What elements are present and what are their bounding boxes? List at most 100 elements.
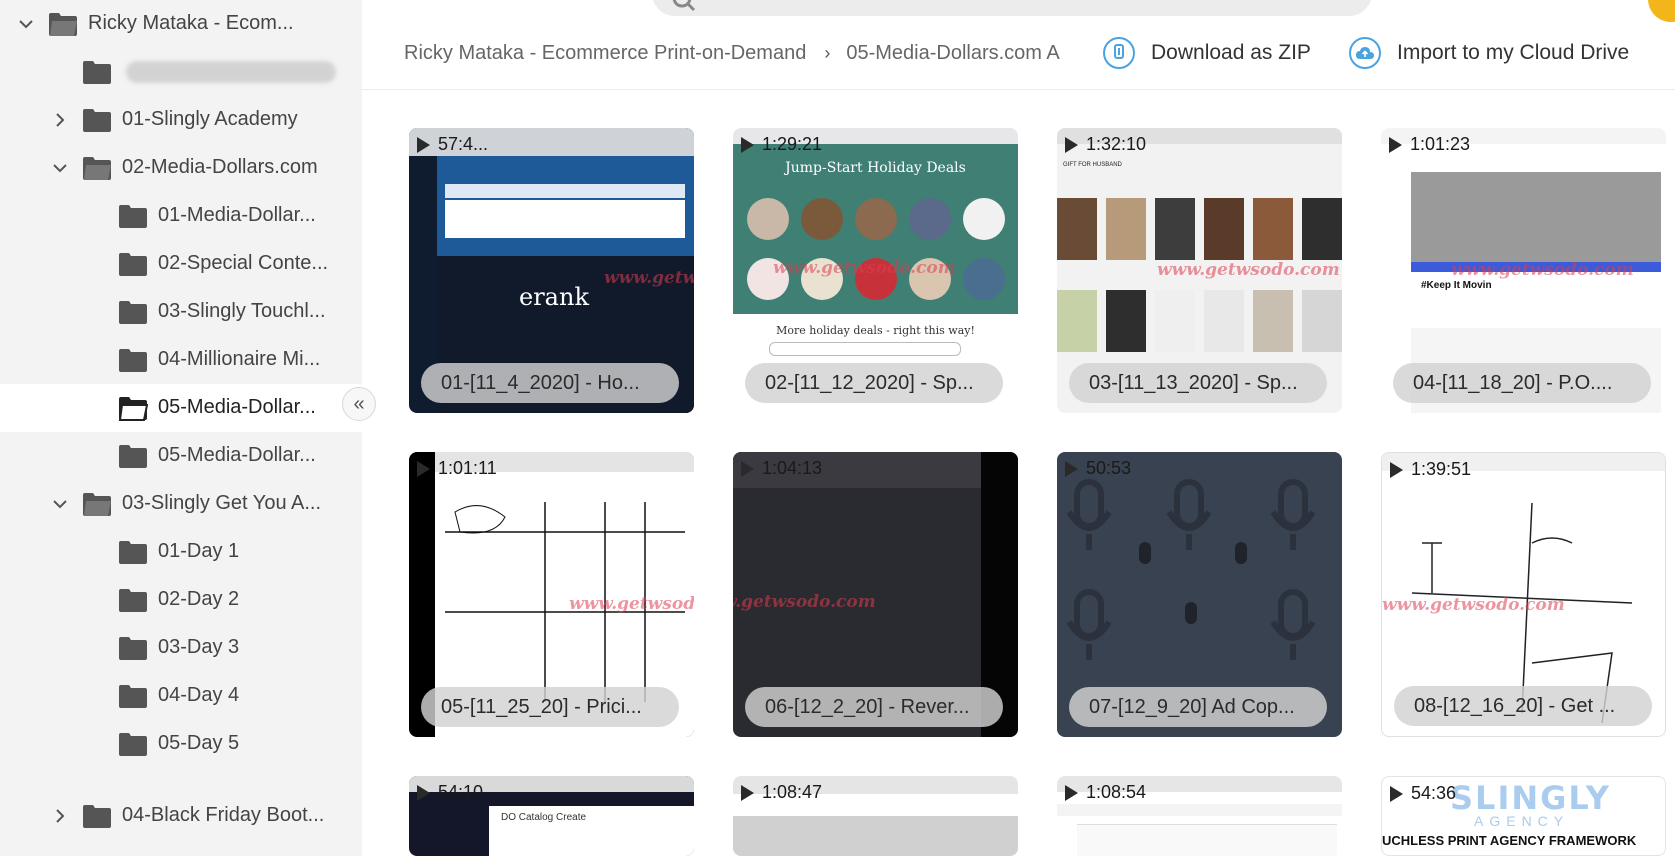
tree-item-media-dollars-01[interactable]: 01-Media-Dollar... (0, 192, 362, 240)
video-title: 07-[12_9_20] Ad Cop... (1069, 687, 1327, 727)
keep-it-movin-text: #Keep It Movin (1421, 280, 1492, 291)
play-icon (1390, 785, 1403, 802)
video-card[interactable]: GIFT FOR HUSBAND www.getwsodo.com 1:32:1… (1057, 128, 1342, 413)
video-card[interactable]: DO Catalog Create 54:10 (409, 776, 694, 856)
video-card[interactable]: 1:08:47 (733, 776, 1018, 856)
folder-icon (119, 733, 147, 756)
download-zip-button[interactable]: Download as ZIP (1103, 34, 1311, 72)
tree-item-day-4[interactable]: 04-Day 4 (0, 672, 362, 720)
folder-icon (119, 685, 147, 708)
tree-item-label: 03-Slingly Touchl... (158, 300, 326, 322)
play-icon (741, 460, 754, 477)
folder-icon (119, 589, 147, 612)
tree-item-millionaire[interactable]: 04-Millionaire Mi... (0, 336, 362, 384)
play-icon (741, 136, 754, 153)
play-icon (417, 784, 430, 801)
breadcrumb-separator: › (824, 42, 831, 63)
play-icon (1389, 136, 1402, 153)
tree-item-label: 04-Day 4 (158, 684, 240, 706)
chevron-down-icon[interactable] (16, 14, 36, 34)
folder-open-icon (83, 493, 111, 516)
collapse-sidebar-button[interactable]: « (342, 387, 376, 421)
tree-item-media-dollars[interactable]: 02-Media-Dollars.com (0, 144, 362, 192)
folder-icon (119, 349, 147, 372)
catalog-create-text: DO Catalog Create (501, 812, 587, 823)
tree-item-media-dollars-05-selected[interactable]: 05-Media-Dollar... (0, 384, 362, 432)
chevron-right-icon[interactable] (50, 110, 70, 130)
download-zip-label: Download as ZIP (1151, 41, 1311, 64)
play-icon (417, 136, 430, 153)
watermark: www.getwsodo.com (773, 258, 956, 278)
tree-item-root[interactable]: Ricky Mataka - Ecom... (0, 0, 362, 48)
video-card[interactable]: www.getwsodo.com 1:04:13 06-[12_2_20] - … (733, 452, 1018, 737)
video-card[interactable]: Jump-Start Holiday Deals More holiday de… (733, 128, 1018, 413)
breadcrumb: Ricky Mataka - Ecommerce Print-on-Demand… (404, 36, 1074, 70)
tree-item-day-2[interactable]: 02-Day 2 (0, 576, 362, 624)
tree-item-day-3[interactable]: 03-Day 3 (0, 624, 362, 672)
play-icon (1065, 784, 1078, 801)
avatar[interactable] (1648, 0, 1675, 22)
search-input[interactable] (652, 0, 1372, 16)
play-icon (1065, 136, 1078, 153)
video-card[interactable]: SLINGLY AGENCY UCHLESS PRINT AGENCY FRAM… (1381, 776, 1666, 856)
chevron-right-icon[interactable] (50, 806, 70, 826)
folder-open-icon (83, 157, 111, 180)
folder-open-icon (118, 397, 148, 421)
video-title: 02-[11_12_2020] - Sp... (745, 363, 1003, 403)
folder-icon (83, 109, 111, 132)
tree-item-black-friday[interactable]: 04-Black Friday Boot... (0, 792, 362, 840)
tree-item-label: 01-Media-Dollar... (158, 204, 316, 226)
tree-item-label: 04-Millionaire Mi... (158, 348, 321, 370)
tree-item-label: 03-Slingly Get You A... (122, 492, 322, 514)
holiday-more: More holiday deals - right this way! (776, 324, 975, 337)
tree-item-slingly-touchless[interactable]: 03-Slingly Touchl... (0, 288, 362, 336)
tree-item-label: 02-Day 2 (158, 588, 240, 610)
video-duration: 50:53 (1065, 458, 1131, 479)
breadcrumb-root[interactable]: Ricky Mataka - Ecommerce Print-on-Demand (404, 42, 806, 65)
video-card[interactable]: 1:08:54 (1057, 776, 1342, 856)
video-title: 01-[11_4_2020] - Ho... (421, 363, 679, 403)
video-card[interactable]: www.getwsodo.com 1:39:51 08-[12_16_20] -… (1381, 452, 1666, 737)
tree-item-label: 05-Media-Dollar... (158, 444, 316, 466)
video-duration: 54:10 (417, 782, 483, 803)
video-card[interactable]: erank www.getwsodo.com 57:4... 01-[11_4_… (409, 128, 694, 413)
folder-icon (119, 205, 147, 228)
watermark: www.getwsodo.com (1451, 260, 1634, 280)
tree-item-special-content[interactable]: 02-Special Conte... (0, 240, 362, 288)
play-icon (1065, 460, 1078, 477)
video-card[interactable]: www.getwsodo.com 1:01:11 05-[11_25_20] -… (409, 452, 694, 737)
tree-item-label: 01-Day 1 (158, 540, 240, 562)
video-duration: 57:4... (417, 134, 488, 155)
chevron-down-icon[interactable] (50, 158, 70, 178)
tree-item-label: 02-Special Conte... (158, 252, 329, 274)
redacted-label (126, 61, 336, 83)
tree-item-label: 02-Media-Dollars.com (122, 156, 318, 178)
tree-item-media-dollars-05b[interactable]: 05-Media-Dollar... (0, 432, 362, 480)
video-card[interactable]: 50:53 07-[12_9_20] Ad Cop... (1057, 452, 1342, 737)
watermark: www.getwsodo.com (604, 268, 694, 288)
folder-icon (119, 253, 147, 276)
video-duration: 1:08:54 (1065, 782, 1146, 803)
video-title: 04-[11_18_20] - P.O.... (1393, 363, 1651, 403)
download-icon (1103, 37, 1135, 69)
import-cloud-button[interactable]: Import to my Cloud Drive (1349, 34, 1629, 72)
slingly-sub: AGENCY (1474, 813, 1570, 829)
tree-item-slingly-academy[interactable]: 01-Slingly Academy (0, 96, 362, 144)
video-duration: 1:32:10 (1065, 134, 1146, 155)
chevron-down-icon[interactable] (50, 494, 70, 514)
breadcrumb-current: 05-Media-Dollars.com A (846, 41, 1060, 64)
tree-item-day-1[interactable]: 01-Day 1 (0, 528, 362, 576)
watermark: www.getwsodo.com (1157, 260, 1340, 280)
folder-icon (119, 541, 147, 564)
gift-search: GIFT FOR HUSBAND (1063, 162, 1122, 168)
tree-item-day-5[interactable]: 05-Day 5 (0, 720, 362, 768)
folder-icon (119, 301, 147, 324)
video-title: 08-[12_16_20] - Get ... (1394, 686, 1652, 726)
search-icon (672, 0, 696, 12)
tree-item-slingly-get-you[interactable]: 03-Slingly Get You A... (0, 480, 362, 528)
folder-tree-sidebar: Ricky Mataka - Ecom... 01-Slingly Academ… (0, 0, 362, 856)
folder-open-icon (49, 13, 77, 36)
tree-item-label: 05-Media-Dollar... (158, 396, 316, 418)
holiday-heading: Jump-Start Holiday Deals (785, 160, 966, 176)
video-card[interactable]: #Keep It Movin www.getwsodo.com 1:01:23 … (1381, 128, 1666, 413)
